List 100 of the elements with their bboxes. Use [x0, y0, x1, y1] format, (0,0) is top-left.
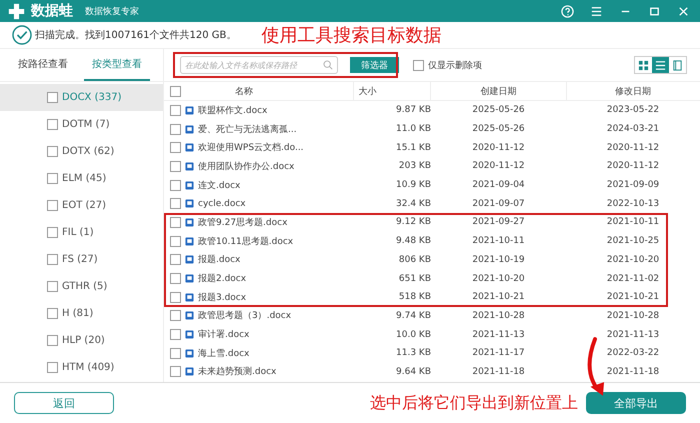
checkbox[interactable]	[170, 273, 181, 284]
table-row[interactable]: 报题.docx 806 KB 2021-10-19 2021-10-20	[164, 250, 700, 270]
type-label: HTM (409)	[62, 362, 114, 373]
table-row[interactable]: 政管9.27思考题.docx 9.12 KB 2021-09-27 2021-10-11	[164, 213, 700, 232]
checkbox[interactable]	[170, 104, 181, 116]
created-date: 2020-11-12	[471, 142, 526, 153]
column-header[interactable]: 修改日期	[566, 82, 700, 100]
checkbox[interactable]	[47, 146, 58, 157]
table-row[interactable]: 审计署.docx 10.0 KB 2021-11-13 2021-11-13	[164, 325, 700, 344]
file-size: 15.1 KB	[395, 142, 431, 153]
checkbox[interactable]	[47, 335, 58, 346]
checkbox[interactable]	[47, 173, 58, 184]
modified-date: 2022-10-13	[606, 198, 660, 209]
table-row[interactable]: 未来趋势预测.docx 9.64 KB 2021-11-18 2021-11-18	[164, 362, 700, 382]
type-item[interactable]: HLP (20)	[0, 327, 163, 354]
modified-date: 2021-10-11	[606, 217, 660, 228]
view-tab[interactable]: 按路径查看	[10, 49, 76, 81]
created-date: 2021-10-28	[471, 310, 526, 321]
type-item[interactable]: DOTM (7)	[0, 111, 163, 138]
app-name: 数据蛙	[31, 2, 73, 20]
file-size: 518 KB	[398, 292, 431, 302]
modified-date: 2021-11-13	[606, 330, 660, 340]
checkbox[interactable]	[170, 198, 181, 210]
modified-date: 2020-11-12	[606, 161, 660, 172]
type-item[interactable]: GTHR (5)	[0, 273, 163, 300]
modified-date: 2021-09-09	[606, 180, 660, 190]
checkbox[interactable]	[47, 227, 58, 238]
table-row[interactable]: 联盟杯作文.docx 9.87 KB 2025-05-26 2023-05-22	[164, 101, 700, 120]
modified-date: 2024-03-21	[606, 124, 660, 134]
checkbox[interactable]	[170, 254, 181, 266]
back-button[interactable]: 返回	[14, 392, 114, 414]
type-label: DOTM (7)	[62, 119, 110, 130]
created-date: 2021-10-20	[471, 274, 526, 284]
created-date: 2021-11-18	[471, 366, 526, 377]
type-item[interactable]: HTM (409)	[0, 354, 163, 381]
created-date: 2025-05-26	[471, 124, 526, 134]
created-date: 2021-09-04	[471, 180, 526, 190]
checkbox[interactable]	[170, 160, 181, 172]
type-item[interactable]: FIL (1)	[0, 219, 163, 246]
checkbox[interactable]	[47, 200, 58, 211]
table-row[interactable]: 政管10.11思考题.docx 9.48 KB 2021-10-11 2021-10-25	[164, 232, 700, 250]
checkbox[interactable]	[47, 308, 58, 319]
export-button[interactable]: 全部导出	[586, 392, 686, 414]
checkbox[interactable]	[170, 236, 181, 247]
checkbox[interactable]	[170, 216, 181, 228]
table-row[interactable]: 使用团队协作办公.docx 203 KB 2020-11-12 2020-11-12	[164, 157, 700, 176]
view-tab[interactable]: 按类型查看	[84, 49, 150, 81]
checkbox[interactable]	[170, 348, 181, 359]
type-item[interactable]: H (81)	[0, 300, 163, 327]
type-item[interactable]: EOT (27)	[0, 192, 163, 219]
table-row[interactable]: 连文.docx 10.9 KB 2021-09-04 2021-09-09	[164, 176, 700, 194]
search-field[interactable]: 在此处输入文件名称或保存路径	[180, 56, 338, 74]
column-header[interactable]: 大小	[353, 82, 430, 100]
checkbox[interactable]	[170, 142, 181, 154]
check-circle-icon	[12, 25, 32, 45]
table-row[interactable]: 爱、死亡与无法逃离孤... 11.0 KB 2025-05-26 2024-03-21	[164, 120, 700, 138]
column-header[interactable]: 名称	[235, 84, 253, 98]
column-header[interactable]: 创建日期	[430, 82, 566, 100]
file-name: 政管思考题（3）.docx	[198, 310, 292, 322]
close-icon[interactable]	[677, 4, 690, 18]
modified-date: 2021-10-20	[606, 254, 660, 265]
checkbox[interactable]	[413, 60, 424, 70]
menu-icon[interactable]	[590, 4, 603, 18]
file-name: 未来趋势预测.docx	[198, 366, 276, 378]
file-name: 政管10.11思考题.docx	[198, 236, 294, 248]
checkbox[interactable]	[170, 310, 181, 322]
filter-button[interactable]: 筛选器	[350, 57, 399, 73]
type-label: EOT (27)	[62, 200, 106, 211]
annotation-text: 使用工具搜索目标数据	[261, 24, 442, 47]
table-row[interactable]: 欢迎使用WPS云文档.do... 15.1 KB 2020-11-12 2020-11-12	[164, 138, 700, 158]
type-item[interactable]: DOTX (62)	[0, 138, 163, 165]
checkbox[interactable]	[170, 124, 181, 135]
table-row[interactable]: 政管思考题（3）.docx 9.74 KB 2021-10-28 2021-10-28	[164, 306, 700, 326]
table-row[interactable]: 报题3.docx 518 KB 2021-10-21 2021-10-21	[164, 288, 700, 307]
checkbox[interactable]	[47, 281, 58, 292]
table-row[interactable]: 报题2.docx 651 KB 2021-10-20 2021-11-02	[164, 269, 700, 288]
file-size: 9.64 KB	[395, 366, 431, 377]
checkbox[interactable]	[170, 180, 181, 191]
checkbox[interactable]	[47, 119, 58, 130]
type-item[interactable]: ELM (45)	[0, 165, 163, 192]
checkbox[interactable]	[170, 292, 181, 303]
file-name: 报题2.docx	[198, 272, 246, 286]
checkbox[interactable]	[47, 92, 58, 103]
help-icon[interactable]	[561, 4, 574, 18]
checkbox[interactable]	[170, 366, 181, 378]
checkbox[interactable]	[170, 329, 181, 340]
file-name: cycle.docx	[198, 198, 246, 209]
file-name: 使用团队协作办公.docx	[198, 160, 294, 173]
created-date: 2021-11-13	[471, 330, 526, 340]
modified-date: 2021-11-02	[606, 274, 660, 284]
table-row[interactable]: 海上雪.docx 11.3 KB 2021-11-17 2022-03-22	[164, 344, 700, 363]
maximize-icon[interactable]	[648, 4, 661, 18]
checkbox[interactable]	[47, 362, 58, 373]
type-item[interactable]: FS (27)	[0, 246, 163, 273]
checkbox[interactable]	[170, 86, 181, 96]
checkbox[interactable]	[47, 254, 58, 265]
file-size: 9.48 KB	[395, 236, 431, 246]
panel-icon	[672, 60, 683, 70]
list-view-button[interactable]	[652, 57, 669, 73]
table-row[interactable]: cycle.docx 32.4 KB 2021-09-07 2022-10-13	[164, 194, 700, 214]
